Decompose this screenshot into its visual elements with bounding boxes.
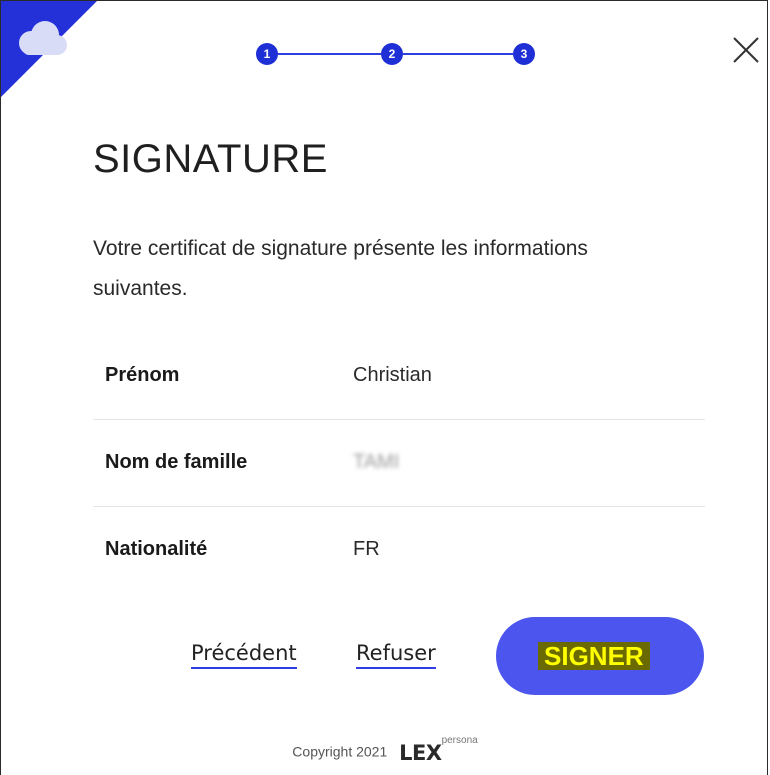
info-value: Christian <box>353 364 432 386</box>
copyright-text: Copyright 2021 <box>292 743 388 760</box>
step-3: 3 <box>513 43 535 65</box>
corner-banner <box>1 1 97 97</box>
info-row-nationality: Nationalité FR <box>93 507 705 593</box>
signature-dialog: 1 2 3 SIGNATURE Votre certificat de sign… <box>0 0 768 775</box>
previous-link[interactable]: Précédent <box>191 641 297 669</box>
info-label: Nom de famille <box>105 451 248 473</box>
step-1: 1 <box>256 43 278 65</box>
sign-button-label: SIGNER <box>538 642 650 670</box>
footer: Copyright 2021 LEXpersona <box>1 735 769 765</box>
refuse-link[interactable]: Refuser <box>356 641 436 669</box>
lexpersona-logo: LEXpersona <box>399 735 478 765</box>
page-title: SIGNATURE <box>93 137 328 181</box>
close-icon[interactable] <box>731 35 761 65</box>
info-label: Nationalité <box>105 538 208 560</box>
certificate-info-table: Prénom Christian Nom de famille TAMI Nat… <box>93 333 705 593</box>
info-label: Prénom <box>105 364 180 386</box>
step-2: 2 <box>381 43 403 65</box>
step-connector <box>403 53 513 55</box>
progress-stepper: 1 2 3 <box>251 39 551 69</box>
info-row-first-name: Prénom Christian <box>93 333 705 420</box>
info-value: TAMI <box>353 451 400 473</box>
sign-button[interactable]: SIGNER <box>496 617 704 695</box>
info-value: FR <box>353 538 380 560</box>
info-row-last-name: Nom de famille TAMI <box>93 420 705 507</box>
intro-text: Votre certificat de signature présente l… <box>93 237 588 300</box>
step-connector <box>278 53 381 55</box>
